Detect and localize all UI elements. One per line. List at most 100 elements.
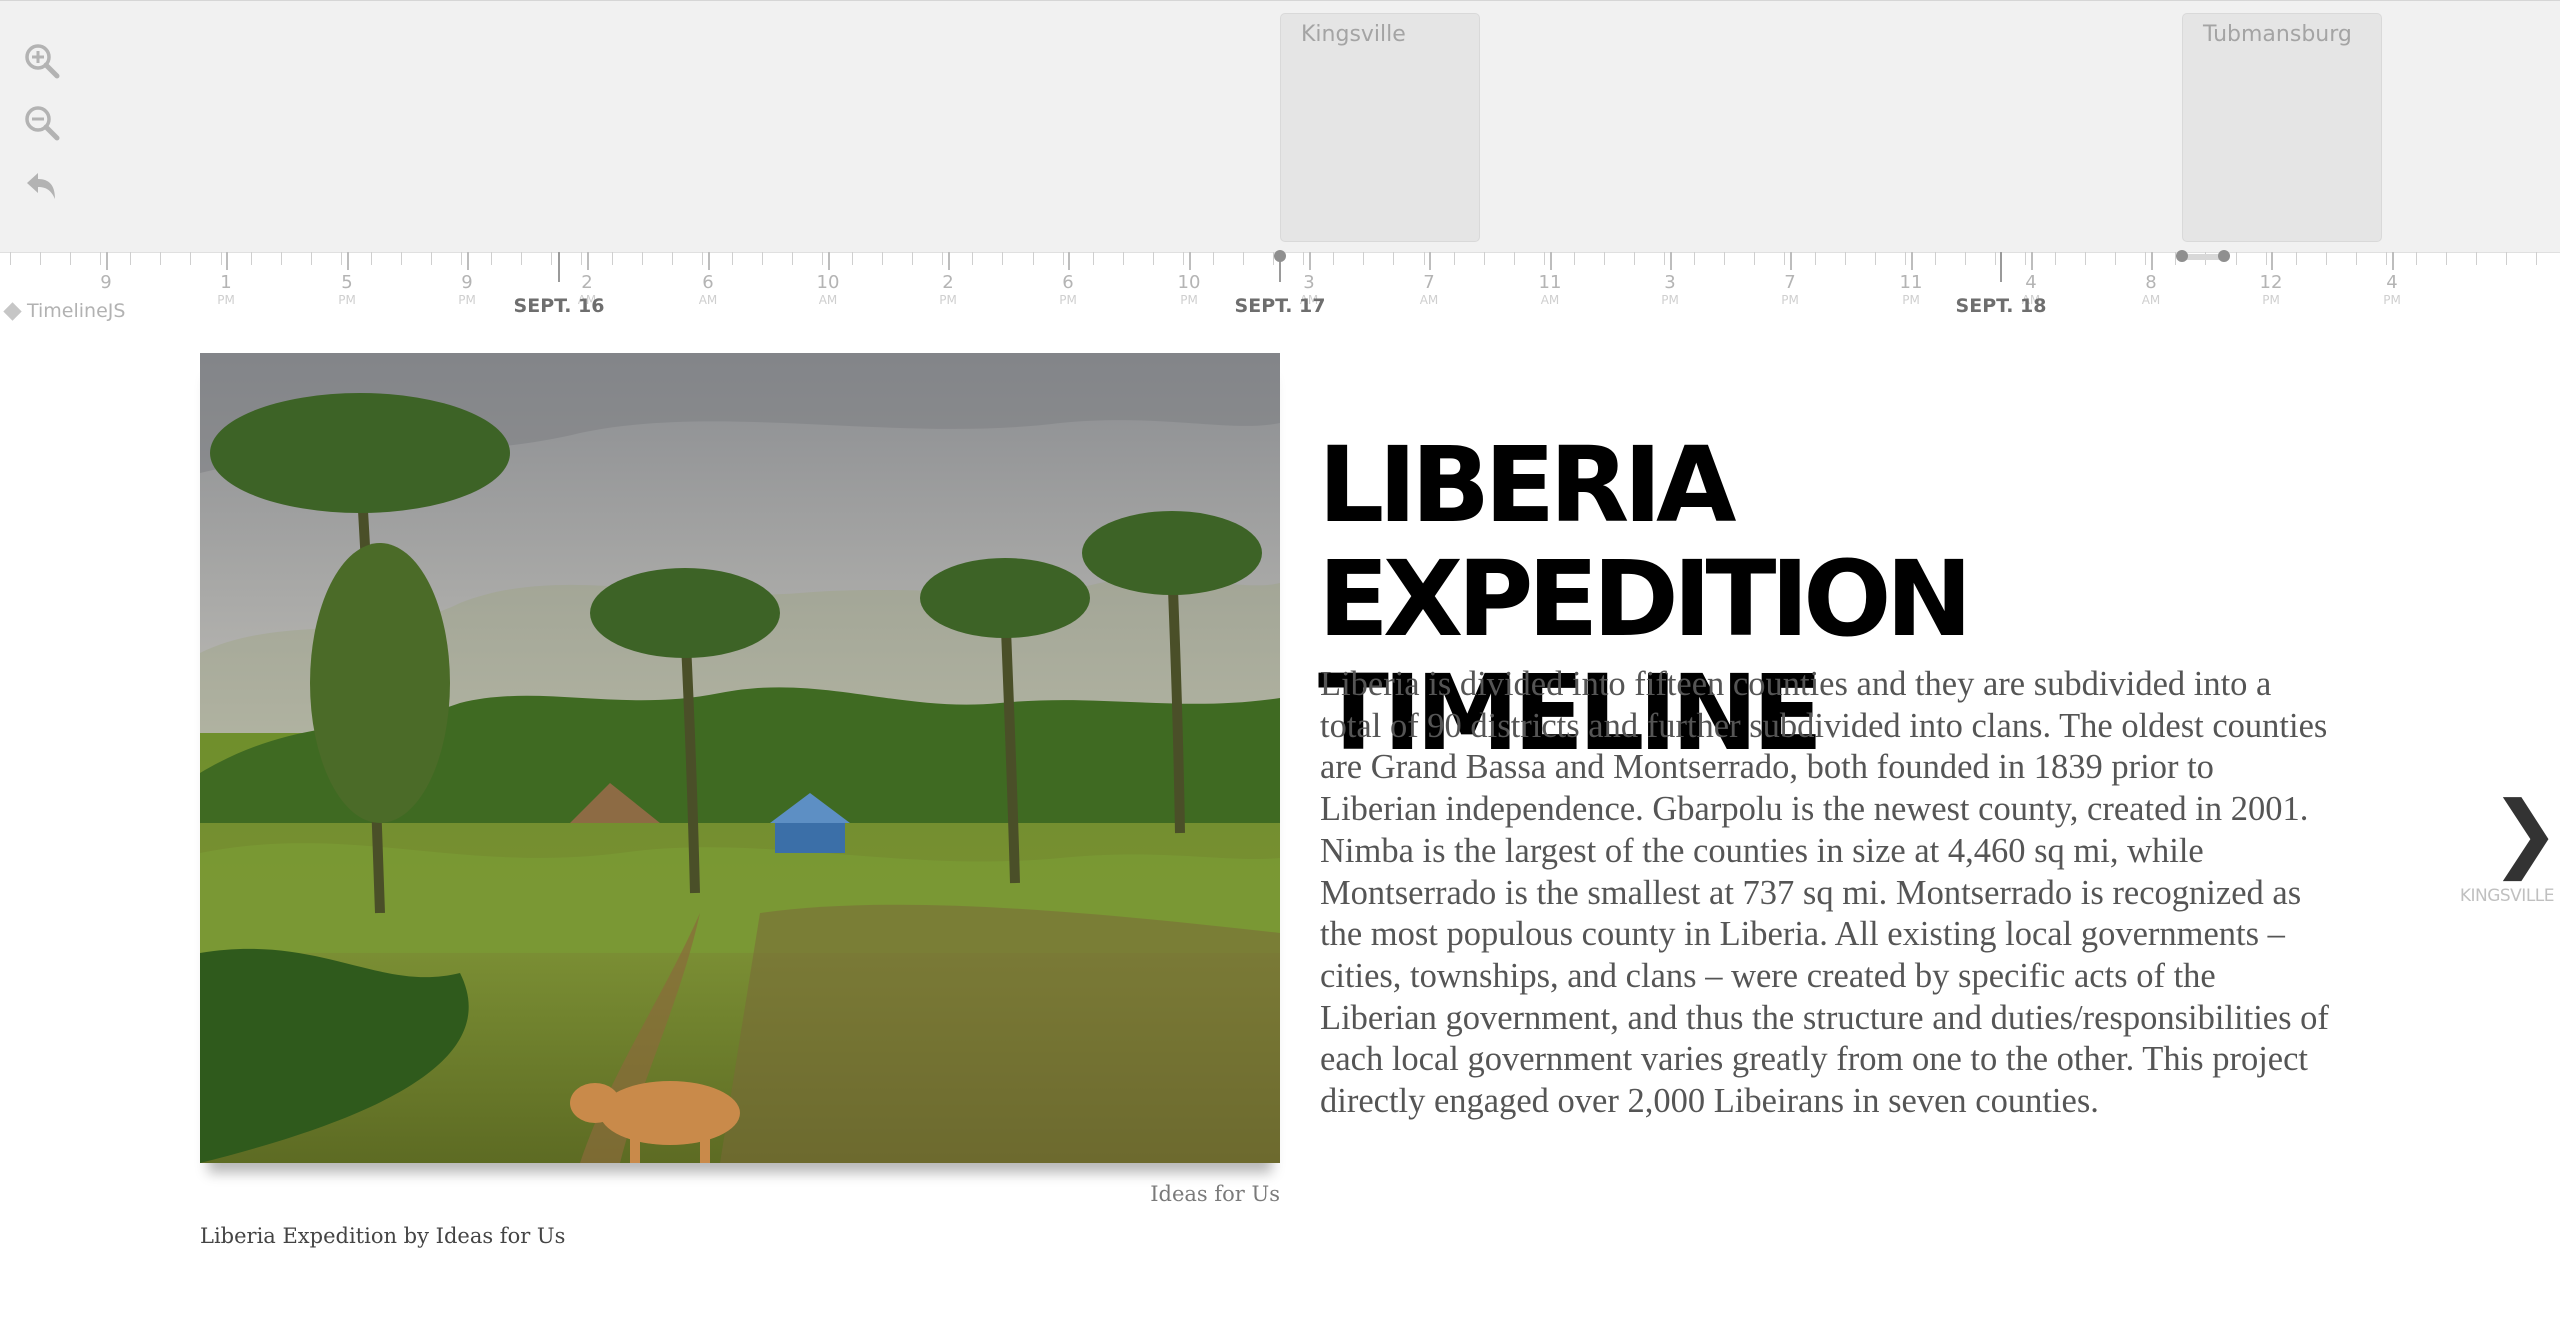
back-to-start-button[interactable] [20,165,64,209]
brand-name: TimelineJS [27,300,126,322]
tick-ampm-label: PM [217,293,235,307]
minor-tick [2055,252,2056,265]
zoom-out-icon [25,106,60,141]
tick-label: 10 [816,272,840,293]
major-tick [1429,252,1431,270]
major-tick [2271,252,2273,270]
minor-tick [2115,252,2116,265]
major-tick [587,252,589,270]
major-tick [2392,252,2394,270]
tick-label: 7 [1423,272,1435,293]
major-tick [1309,252,1311,270]
tick-ampm-label: PM [1902,293,1920,307]
major-tick [2151,252,2153,270]
marker-title: Kingsville [1301,22,1406,47]
minor-tick [1935,252,1936,265]
day-tick [558,252,560,282]
minor-tick [40,252,41,265]
chevron-right-icon: ❯ [2490,783,2560,881]
tick-label: 6 [702,272,714,293]
minor-tick [1303,252,1304,265]
tick-label: 8 [2145,272,2157,293]
major-tick [467,252,469,270]
time-axis: 9 1 PM 5 PM 9 PM 2 AM 6 AM 10 AM 2 PM 6 PM 10 PM 3 AM 7 AM 11 AM… [0,250,2560,324]
minor-tick [1213,252,1214,265]
minor-tick [822,252,823,265]
tick-label: 9 [100,272,112,293]
minor-tick [70,252,71,265]
marker-dot [2176,250,2188,262]
tick-label: 12 [2259,272,2283,293]
slide-text: Liberia is divided into fifteen counties… [1320,665,2329,1121]
minor-tick [2085,252,2086,265]
minor-tick [2476,252,2477,265]
slide-image [200,353,1280,1163]
major-tick [2031,252,2033,270]
marker-dot [2218,250,2230,262]
timeline-marker-tubmansburg[interactable]: Tubmansburg [2182,13,2382,242]
minor-tick [1845,252,1846,265]
image-caption: Liberia Expedition by Ideas for Us [200,1224,566,1248]
minor-tick [581,252,582,265]
minor-tick [1905,252,1906,265]
tick-label: 11 [1899,272,1923,293]
minor-tick [1484,252,1485,265]
minor-tick [1033,252,1034,265]
minor-tick [792,252,793,265]
minor-tick [642,252,643,265]
minor-tick [1153,252,1154,265]
minor-tick [1634,252,1635,265]
tick-ampm-label: PM [2262,293,2280,307]
minor-tick [1875,252,1876,265]
minor-tick [100,252,101,265]
back-arrow-icon [27,173,55,199]
tick-label: 2 [942,272,954,293]
minor-tick [190,252,191,265]
minor-tick [2446,252,2447,265]
zoom-in-icon [25,44,60,79]
minor-tick [972,252,973,265]
timeline-marker-kingsville[interactable]: Kingsville [1280,13,1480,242]
minor-tick [762,252,763,265]
tick-ampm-label: PM [1661,293,1679,307]
major-tick [106,252,108,270]
tick-label: 3 [1303,272,1315,293]
timelinejs-brand[interactable]: TimelineJS [3,300,126,322]
major-tick [948,252,950,270]
day-label: SEPT. 17 [1234,295,1326,317]
minor-tick [10,252,11,265]
minor-tick [1454,252,1455,265]
major-tick [1911,252,1913,270]
minor-tick [2025,252,2026,265]
tick-label: 1 [220,272,232,293]
tick-ampm-label: AM [2141,293,2161,307]
minor-tick [251,252,252,265]
tick-ampm-label: PM [1180,293,1198,307]
minor-tick [2326,252,2327,265]
tick-ampm-label: AM [818,293,838,307]
minor-tick [551,252,552,265]
minor-tick [221,252,222,265]
major-tick [226,252,228,270]
timeline-navigation[interactable]: Kingsville Tubmansburg [0,0,2560,253]
tick-ampm-label: PM [2383,293,2401,307]
minor-tick [1754,252,1755,265]
minor-tick [912,252,913,265]
minor-tick [1995,252,1996,265]
minor-tick [852,252,853,265]
minor-tick [130,252,131,265]
tick-label: 9 [461,272,473,293]
day-tick [2000,252,2002,282]
minor-tick [882,252,883,265]
minor-tick [341,252,342,265]
tick-ampm-label: PM [458,293,476,307]
minor-tick [942,252,943,265]
minor-tick [1694,252,1695,265]
minor-tick [1514,252,1515,265]
minor-tick [2296,252,2297,265]
zoom-in-button[interactable] [20,39,64,83]
minor-tick [311,252,312,265]
zoom-out-button[interactable] [20,101,64,145]
next-slide-button[interactable]: ❯ KINGSVILLE [2420,790,2560,920]
minor-tick [160,252,161,265]
